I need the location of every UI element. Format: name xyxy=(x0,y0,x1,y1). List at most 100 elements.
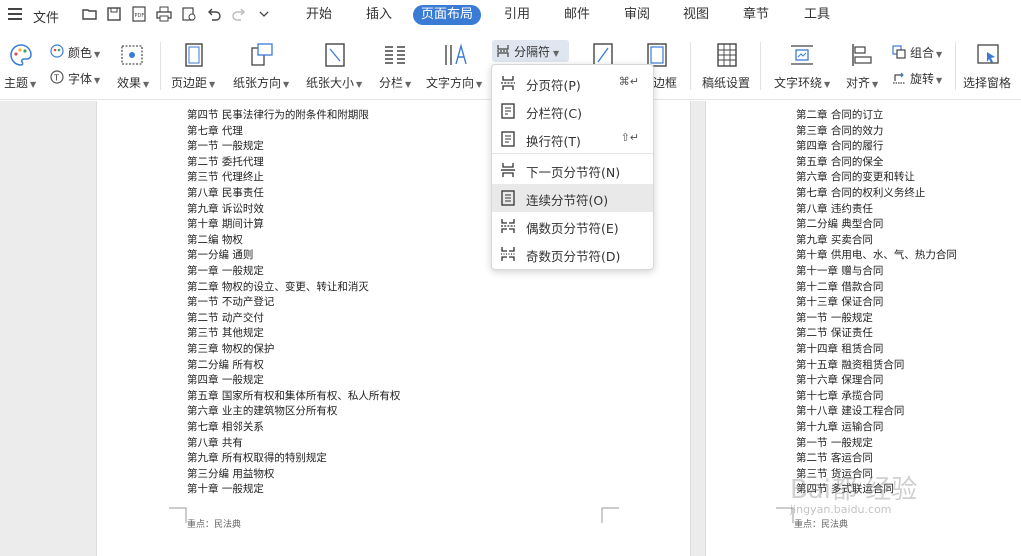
toc-line: 第十四章 租赁合同 xyxy=(796,343,884,355)
open-folder-icon[interactable] xyxy=(82,6,98,22)
text-direction-label: 文字方向 xyxy=(426,76,475,90)
group-caret-icon: ▼ xyxy=(936,50,943,59)
toc-line: 第二编 物权 xyxy=(187,233,243,246)
columns-icon xyxy=(385,46,405,64)
toc-line: 第六章 业主的建筑物区分所有权 xyxy=(187,405,338,418)
toc-line: 第九章 所有权取得的特别规定 xyxy=(187,452,327,465)
tab-review[interactable]: 审阅 xyxy=(624,5,650,25)
columns-label: 分栏 xyxy=(379,76,404,90)
toc-line: 第十九章 运输合同 xyxy=(796,421,884,433)
tab-mailings[interactable]: 邮件 xyxy=(564,5,590,25)
toc-line: 第二节 保证责任 xyxy=(796,327,873,340)
manuscript-settings-label: 稿纸设置 xyxy=(702,76,751,90)
svg-text:T: T xyxy=(53,74,59,83)
tab-view[interactable]: 视图 xyxy=(683,5,709,25)
menu-item-label: 分栏符(C) xyxy=(526,106,582,121)
ribbon-divider xyxy=(760,42,761,90)
menu-item-column-break[interactable]: 分栏符(C) xyxy=(492,97,653,125)
toc-line: 第八章 共有 xyxy=(187,436,243,449)
print-preview-icon[interactable] xyxy=(181,6,197,22)
menu-item-page-break[interactable]: 分页符(P) ⌘↵ xyxy=(492,69,653,97)
color-label: 颜色 xyxy=(68,46,93,60)
ribbon-divider xyxy=(690,42,691,90)
effect-label: 效果 xyxy=(117,76,142,90)
toc-line: 第八章 违约责任 xyxy=(796,202,873,215)
align-caret-icon: ▼ xyxy=(872,80,879,89)
toc-line: 第十章 期间计算 xyxy=(187,218,264,231)
menu-item-odd-page-section-break[interactable]: 奇数页分节符(D) xyxy=(492,240,653,268)
margin-caret-icon: ▼ xyxy=(209,80,216,89)
toc-line: 第七章 相邻关系 xyxy=(187,421,264,433)
toc-line: 第三节 其他规定 xyxy=(187,327,264,340)
tab-section[interactable]: 章节 xyxy=(743,5,769,25)
font-label: 字体 xyxy=(68,72,93,86)
margin-corner-marker xyxy=(169,507,187,523)
undo-icon[interactable] xyxy=(206,6,222,22)
font-caret-icon: ▼ xyxy=(94,76,101,85)
tab-tools[interactable]: 工具 xyxy=(804,5,830,25)
tab-page-layout[interactable]: 页面布局 xyxy=(413,5,482,25)
rotate-caret-icon: ▼ xyxy=(936,76,943,85)
paper-size-caret-icon: ▼ xyxy=(356,80,363,89)
margin-label: 页边距 xyxy=(171,76,208,90)
text-wrap-label: 文字环绕 xyxy=(774,76,823,90)
toc-line: 第十五章 融资租赁合同 xyxy=(796,358,905,371)
orientation-caret-icon: ▼ xyxy=(283,80,290,89)
toc-line: 第一节 一般规定 xyxy=(796,436,873,449)
customize-toolbar-icon[interactable] xyxy=(256,6,272,22)
separator-dropdown-menu: 分页符(P) ⌘↵ 分栏符(C) 换行符(T) ⇧↵ 下一页分节符(N) 连续分… xyxy=(491,64,654,270)
align-icon xyxy=(852,44,872,66)
even-page-section-icon xyxy=(501,219,515,233)
tab-references[interactable]: 引用 xyxy=(504,5,530,25)
toc-line: 第一节 不动产登记 xyxy=(187,296,275,309)
color-caret-icon: ▼ xyxy=(94,50,101,59)
orientation-label: 纸张方向 xyxy=(233,76,282,90)
redo-icon[interactable] xyxy=(231,6,247,22)
toc-line: 第十六章 保理合同 xyxy=(796,374,884,387)
color-palette-icon xyxy=(50,44,64,58)
toc-line: 第十章 供用电、水、气、热力合同 xyxy=(796,249,957,262)
menu-item-continuous-section-break[interactable]: 连续分节符(O) xyxy=(492,184,653,212)
toc-line: 第七章 合同的权利义务终止 xyxy=(796,187,926,199)
hamburger-menu-icon[interactable] xyxy=(8,8,22,20)
menu-item-label: 连续分节符(O) xyxy=(526,193,609,208)
export-pdf-icon[interactable]: PDF xyxy=(131,6,147,22)
toc-line: 第三章 合同的效力 xyxy=(796,124,884,137)
selection-pane-icon xyxy=(977,44,999,64)
next-page-section-icon xyxy=(501,163,515,177)
separator-caret-icon: ▼ xyxy=(553,49,560,58)
menu-item-even-page-section-break[interactable]: 偶数页分节符(E) xyxy=(492,212,653,240)
font-icon: T xyxy=(50,70,64,84)
print-icon[interactable] xyxy=(156,6,172,22)
menu-item-label: 偶数页分节符(E) xyxy=(526,221,619,236)
menu-item-label: 下一页分节符(N) xyxy=(526,165,621,180)
shortcut-label: ⌘↵ xyxy=(618,75,639,88)
watermark-url: jingyan.baidu.com xyxy=(790,503,892,516)
toc-line: 第一节 一般规定 xyxy=(796,311,873,324)
toc-line: 第十一章 赠与合同 xyxy=(796,265,884,277)
save-icon[interactable] xyxy=(106,6,122,22)
toc-line: 第十七章 承揽合同 xyxy=(796,389,884,402)
manuscript-grid-icon xyxy=(717,43,737,67)
separator-icon xyxy=(497,45,509,57)
separator-label: 分隔符 xyxy=(514,45,551,59)
file-menu[interactable]: 文件 xyxy=(33,7,59,26)
tab-start[interactable]: 开始 xyxy=(306,5,332,25)
columns-caret-icon: ▼ xyxy=(405,80,412,89)
tab-insert[interactable]: 插入 xyxy=(366,5,392,25)
toc-line: 第一分编 通则 xyxy=(187,249,254,262)
menu-divider xyxy=(492,153,653,154)
toc-line: 第五章 合同的保全 xyxy=(796,155,884,168)
menu-item-next-page-section-break[interactable]: 下一页分节符(N) xyxy=(492,156,653,184)
group-icon xyxy=(892,45,906,59)
separator-button[interactable]: 分隔符 ▼ xyxy=(492,40,569,62)
menu-item-line-break[interactable]: 换行符(T) ⇧↵ xyxy=(492,125,653,153)
text-wrap-caret-icon: ▼ xyxy=(824,80,831,89)
menu-item-label: 换行符(T) xyxy=(526,134,581,149)
shortcut-label: ⇧↵ xyxy=(620,131,639,144)
toc-line: 第六章 合同的变更和转让 xyxy=(796,171,915,184)
toc-line: 第十三章 保证合同 xyxy=(796,296,884,309)
toc-line: 第五章 国家所有权和集体所有权、私人所有权 xyxy=(187,389,401,402)
toc-line: 第二节 客运合同 xyxy=(796,452,873,465)
palette-icon xyxy=(10,44,32,66)
